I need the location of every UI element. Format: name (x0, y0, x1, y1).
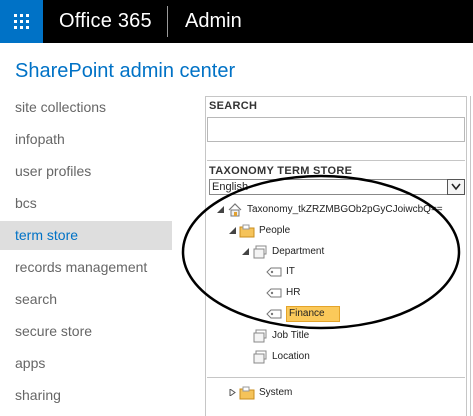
expanded-triangle-icon[interactable] (229, 227, 236, 234)
collapsed-triangle-icon[interactable] (229, 389, 236, 396)
top-suite-bar: Office 365 Admin (0, 0, 473, 43)
office-365-brand[interactable]: Office 365 (59, 10, 152, 33)
expanded-triangle-icon[interactable] (217, 206, 224, 213)
tree-section-divider (207, 377, 465, 378)
expanded-triangle-icon[interactable] (242, 248, 249, 255)
tree-node-label: Location (272, 351, 310, 362)
section-divider (207, 160, 465, 161)
tree-node-label: Finance (286, 306, 340, 322)
taxonomy-term-store-heading: TAXONOMY TERM STORE (209, 165, 353, 177)
panel-right-border (466, 96, 467, 416)
nav-item-search[interactable]: search (0, 285, 172, 314)
nav-item-term-store[interactable]: term store (0, 221, 172, 250)
group-folder-icon (239, 386, 255, 400)
nav-item-site-collections[interactable]: site collections (0, 93, 172, 122)
language-select-value: English (212, 181, 249, 193)
nav-item-bcs[interactable]: bcs (0, 189, 172, 218)
tree-node-label: Taxonomy_tkZRZMBGOb2pGyCJoiwcbQ== (247, 204, 443, 215)
nav-item-apps[interactable]: apps (0, 349, 172, 378)
group-folder-icon (239, 224, 255, 238)
tree-node-label: IT (286, 266, 295, 277)
language-select[interactable]: English (209, 179, 465, 195)
nav-item-sharing[interactable]: sharing (0, 381, 172, 410)
outer-right-border (470, 96, 471, 416)
search-heading: SEARCH (209, 100, 258, 112)
tree-node-label: People (259, 225, 291, 236)
nav-item-secure-store[interactable]: secure store (0, 317, 172, 346)
tree-node-label: System (259, 387, 293, 398)
term-set-icon (253, 245, 267, 259)
term-set-icon (253, 329, 267, 343)
term-tag-icon (266, 309, 282, 319)
term-store-icon (228, 203, 242, 217)
tree-node-label: Job Title (272, 330, 310, 341)
term-set-icon (253, 350, 267, 364)
term-tag-icon (266, 288, 282, 298)
panel-top-border (205, 96, 467, 97)
nav-item-infopath[interactable]: infopath (0, 125, 172, 154)
topbar-divider (167, 6, 168, 37)
page-title: SharePoint admin center (15, 60, 236, 82)
tree-node-label: Department (272, 246, 325, 257)
app-launcher-waffle-icon[interactable] (0, 0, 43, 43)
term-tag-icon (266, 267, 282, 277)
search-input[interactable] (207, 117, 465, 142)
nav-item-records-management[interactable]: records management (0, 253, 172, 282)
admin-app-title[interactable]: Admin (185, 10, 242, 33)
panel-left-border (205, 96, 206, 416)
tree-node-label: HR (286, 287, 301, 298)
chevron-down-icon[interactable] (447, 179, 465, 195)
nav-item-user-profiles[interactable]: user profiles (0, 157, 172, 186)
